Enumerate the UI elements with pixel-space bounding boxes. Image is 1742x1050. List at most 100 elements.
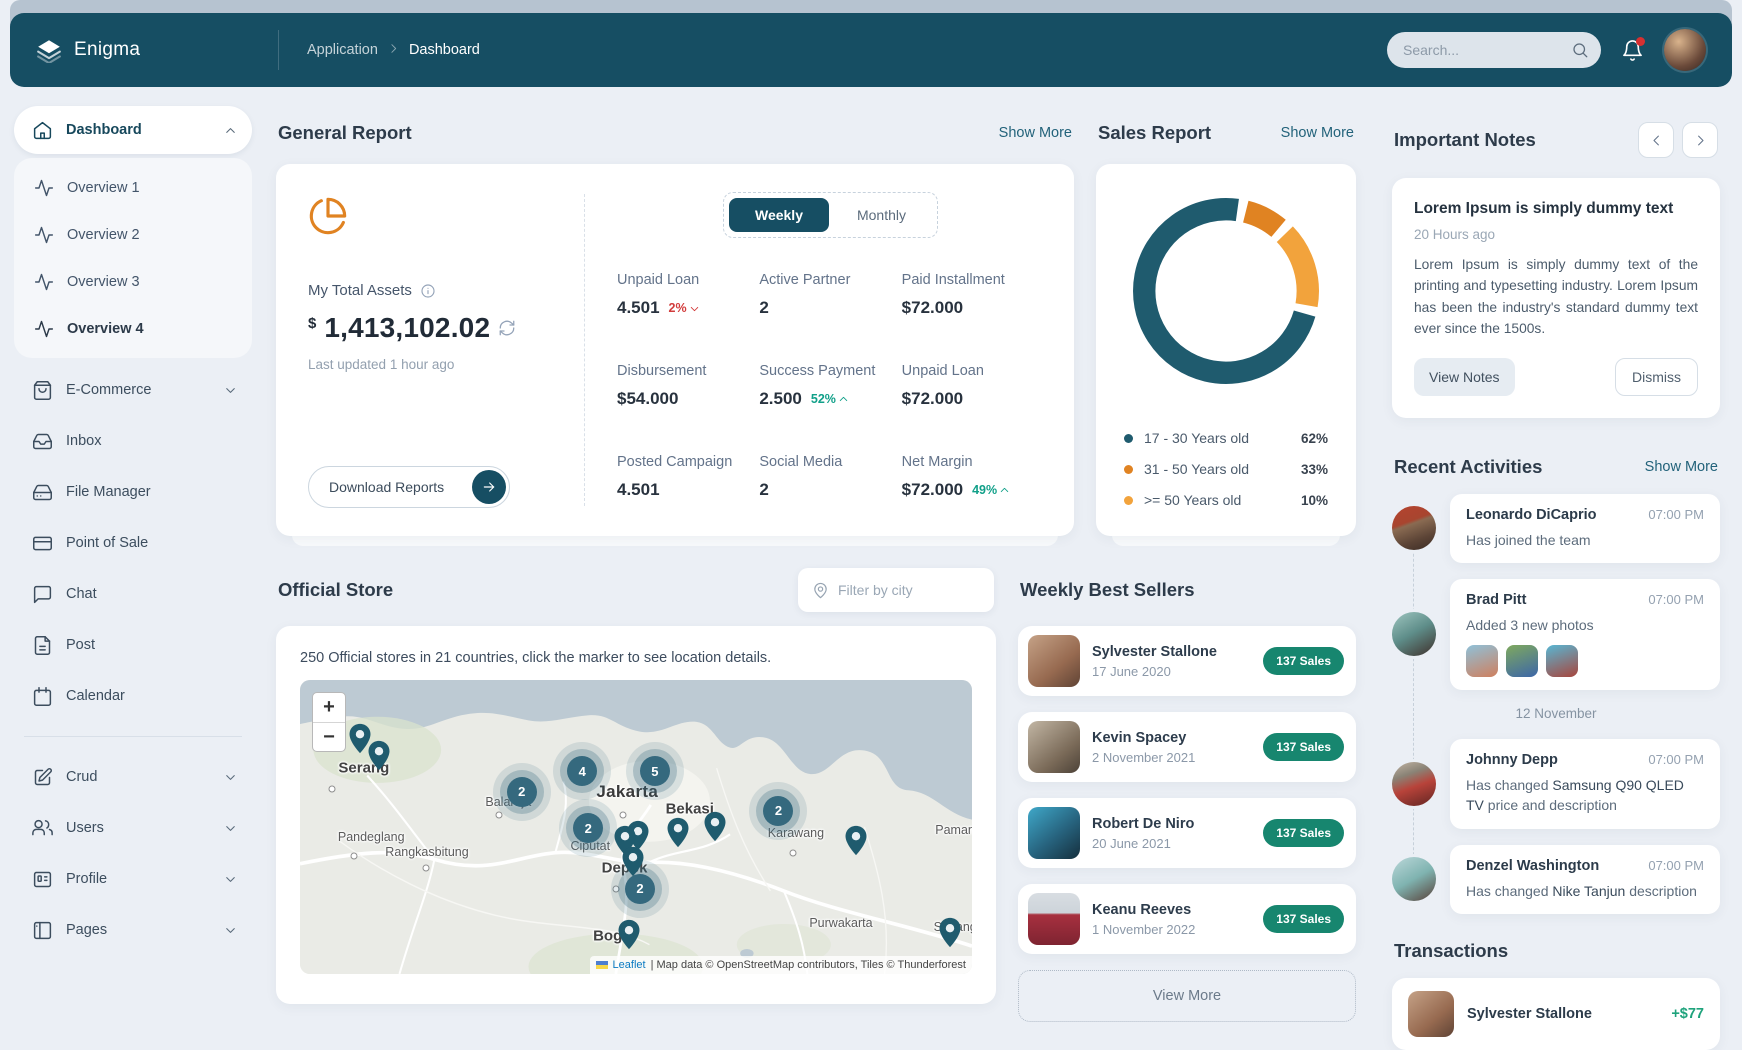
leaflet-link[interactable]: Leaflet [613, 959, 646, 971]
map-pin-marker[interactable] [703, 811, 727, 847]
notification-badge [1636, 37, 1645, 46]
marker-cluster[interactable]: 4 [567, 756, 597, 786]
users-icon [32, 818, 53, 839]
activities-timeline: Leonardo DiCaprio 07:00 PM Has joined th… [1392, 494, 1720, 914]
refresh-icon[interactable] [498, 319, 516, 337]
sidebar-item-chat[interactable]: Chat [14, 570, 252, 618]
legend-dot [1124, 434, 1133, 443]
map-pin-marker[interactable] [666, 817, 690, 853]
dashboard-submenu: Overview 1 Overview 2 Overview 3 Overvie… [14, 158, 252, 358]
breadcrumb-application[interactable]: Application [307, 42, 378, 58]
legend-item: 17 - 30 Years old 62% [1124, 430, 1328, 446]
map-pin-marker[interactable] [621, 846, 645, 882]
sidebar-item-overview-4[interactable]: Overview 4 [16, 305, 250, 352]
note-time: 20 Hours ago [1414, 227, 1698, 242]
trend-down-badge: 2% [669, 301, 701, 315]
layers-logo-icon [36, 37, 62, 63]
sidebar-item-post[interactable]: Post [14, 621, 252, 669]
trend-up-badge: 49% [972, 483, 1011, 497]
notes-prev-button[interactable] [1638, 122, 1674, 158]
zoom-out-button[interactable]: − [313, 722, 345, 751]
map-zoom-control: + − [312, 692, 346, 752]
sidebar-item-overview-3[interactable]: Overview 3 [16, 258, 250, 305]
sidebar-item-dashboard[interactable]: Dashboard [14, 106, 252, 154]
general-report-show-more[interactable]: Show More [999, 125, 1072, 141]
sidebar-item-overview-2[interactable]: Overview 2 [16, 211, 250, 258]
sidebar-item-calendar[interactable]: Calendar [14, 672, 252, 720]
chevron-left-icon [1649, 133, 1664, 148]
search-icon[interactable] [1571, 41, 1589, 59]
info-icon[interactable] [420, 283, 436, 299]
chevron-down-icon [223, 923, 238, 938]
sidebar-item-profile[interactable]: Profile [14, 855, 252, 903]
zoom-in-button[interactable]: + [313, 693, 345, 722]
best-seller-row[interactable]: Sylvester Stallone 17 June 2020 137 Sale… [1018, 626, 1356, 696]
stat-paid-installment: Paid Installment $72.000 [902, 272, 1044, 318]
id-card-icon [32, 869, 53, 890]
recent-activities-show-more[interactable]: Show More [1645, 459, 1718, 475]
stat-posted-campaign: Posted Campaign 4.501 [617, 454, 759, 500]
general-report-section: General Report Show More My Total Assets [276, 87, 1074, 536]
filter-by-city-input[interactable] [838, 582, 968, 598]
sales-badge: 137 Sales [1263, 733, 1344, 761]
calendar-icon [32, 686, 53, 707]
total-assets-label: My Total Assets [308, 282, 412, 299]
notifications-button[interactable] [1621, 39, 1644, 62]
sidebar-item-ecommerce[interactable]: E-Commerce [14, 366, 252, 414]
photo-thumbnail[interactable] [1466, 645, 1498, 677]
marker-cluster[interactable]: 2 [763, 796, 793, 826]
sidebar-item-users[interactable]: Users [14, 804, 252, 852]
view-more-button[interactable]: View More [1018, 970, 1356, 1022]
last-updated-text: Last updated 1 hour ago [308, 357, 556, 372]
sidebar-item-overview-1[interactable]: Overview 1 [16, 164, 250, 211]
marker-cluster[interactable]: 5 [640, 756, 670, 786]
view-notes-button[interactable]: View Notes [1414, 358, 1515, 396]
sidebar-divider [24, 736, 242, 737]
map-pin-icon [812, 582, 829, 599]
map-pin-marker[interactable] [844, 825, 868, 861]
leaflet-map[interactable]: Serang Balaraja Jakarta Bekasi Karawang … [300, 680, 972, 974]
sidebar-item-crud[interactable]: Crud [14, 753, 252, 801]
best-seller-row[interactable]: Keanu Reeves 1 November 2022 137 Sales [1018, 884, 1356, 954]
chevron-up-icon [837, 393, 850, 406]
chevron-right-icon [387, 42, 400, 59]
map-pin-marker[interactable] [367, 740, 391, 776]
dismiss-button[interactable]: Dismiss [1615, 358, 1698, 396]
weekly-tab[interactable]: Weekly [729, 198, 829, 232]
user-avatar[interactable] [1664, 29, 1706, 71]
total-assets-value: $1,413,102.02 [308, 312, 556, 344]
best-seller-row[interactable]: Kevin Spacey 2 November 2021 137 Sales [1018, 712, 1356, 782]
arrow-right-icon[interactable] [472, 470, 506, 504]
sidebar-item-point-of-sale[interactable]: Point of Sale [14, 519, 252, 567]
weekly-best-sellers-section: Weekly Best Sellers Sylvester Stallone 1… [1018, 536, 1356, 1022]
notes-next-button[interactable] [1682, 122, 1718, 158]
photo-thumbnail[interactable] [1506, 645, 1538, 677]
download-reports-button[interactable]: Download Reports [308, 466, 510, 508]
sales-report-show-more[interactable]: Show More [1281, 125, 1354, 141]
avatar [1392, 857, 1436, 901]
marker-cluster[interactable]: 2 [573, 813, 603, 843]
main-content: General Report Show More My Total Assets [276, 87, 1356, 1022]
marker-cluster[interactable]: 2 [507, 777, 537, 807]
official-store-section: Official Store 250 Official stores in 21… [276, 536, 996, 1022]
breadcrumb-dashboard[interactable]: Dashboard [409, 42, 480, 58]
hard-drive-icon [32, 482, 53, 503]
activity-item: Leonardo DiCaprio 07:00 PM Has joined th… [1392, 494, 1720, 563]
brand[interactable]: Enigma [36, 37, 278, 63]
sidebar: Dashboard Overview 1 Overview 2 Overview… [2, 98, 262, 1045]
map-pin-marker[interactable] [938, 917, 962, 953]
chevron-right-icon [1693, 133, 1708, 148]
sidebar-item-inbox[interactable]: Inbox [14, 417, 252, 465]
monthly-tab[interactable]: Monthly [831, 198, 932, 232]
best-seller-row[interactable]: Robert De Niro 20 June 2021 137 Sales [1018, 798, 1356, 868]
sidebar-item-file-manager[interactable]: File Manager [14, 468, 252, 516]
search-input[interactable] [1403, 42, 1553, 58]
avatar [1028, 893, 1080, 945]
transaction-row[interactable]: Sylvester Stallone +$77 [1392, 978, 1720, 1050]
map-pin-marker[interactable] [617, 919, 641, 955]
official-store-card: 250 Official stores in 21 countries, cli… [276, 626, 996, 1004]
note-body: Lorem Ipsum is simply dummy text of the … [1414, 254, 1698, 340]
town-dot [612, 885, 619, 892]
sidebar-item-pages[interactable]: Pages [14, 906, 252, 954]
photo-thumbnail[interactable] [1546, 645, 1578, 677]
